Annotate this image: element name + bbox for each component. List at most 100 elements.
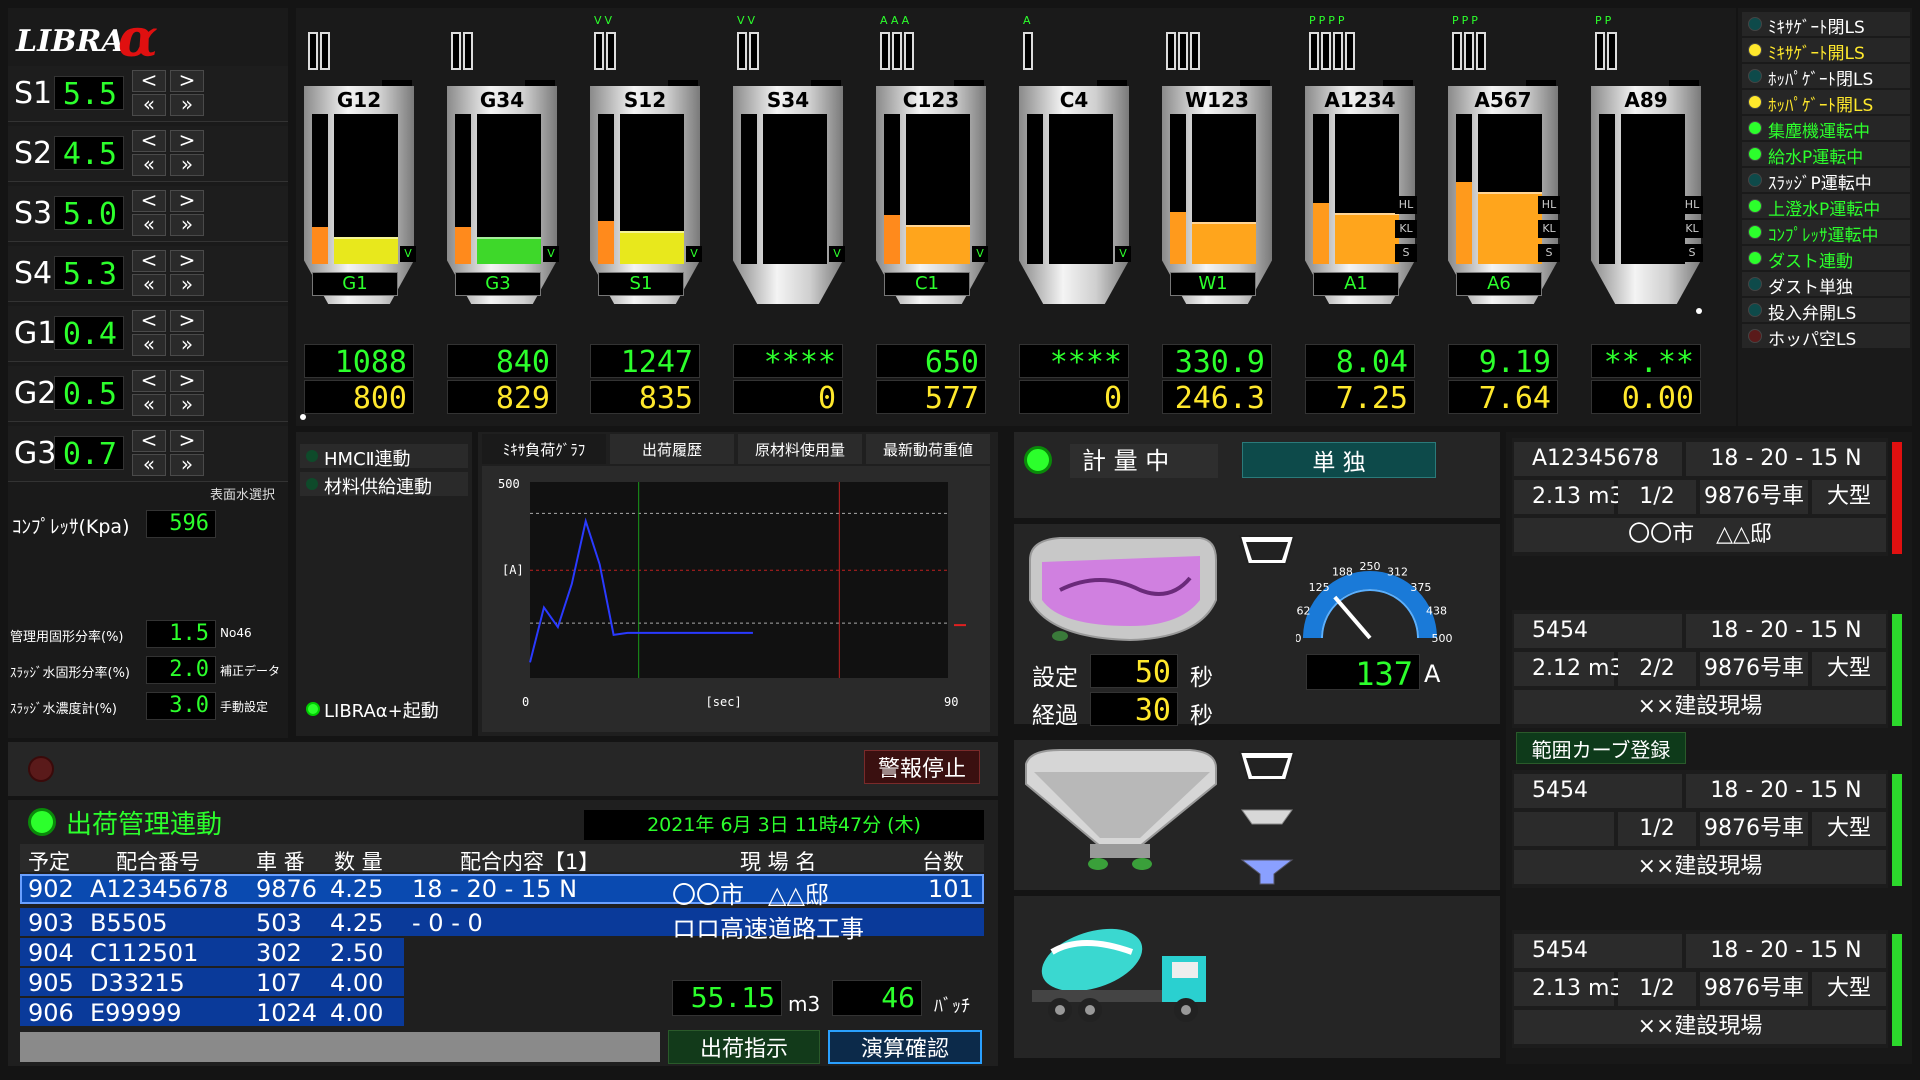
decrease-button[interactable]: < — [132, 310, 166, 332]
mode-button[interactable]: 単 独 — [1242, 442, 1436, 478]
hopper-bin — [1621, 114, 1685, 264]
card-status-bar — [1892, 774, 1902, 886]
ls-status-row: ｺﾝﾌﾟﾚｯｻ運転中 — [1742, 220, 1910, 246]
tab-4[interactable]: 最新動荷重値 — [866, 434, 990, 464]
hmc-link[interactable]: HMCⅡ連動 — [300, 444, 468, 470]
range-curve-button[interactable]: 範囲カーブ登録 — [1516, 732, 1686, 764]
hopper-lamp — [1166, 32, 1176, 70]
hopper-lamp — [606, 32, 616, 70]
hopper-lamp — [1595, 32, 1605, 70]
hopper-name: G34 — [479, 88, 525, 112]
hopper-name: G12 — [336, 88, 382, 112]
hopper-lamp — [1452, 32, 1462, 70]
libra-link[interactable]: LIBRAα+起動 — [300, 696, 468, 722]
calc-confirm-button[interactable]: 演算確認 — [828, 1030, 982, 1064]
fast-decrease-button[interactable]: « — [132, 454, 166, 476]
table-cell-plan: 904 — [28, 939, 74, 967]
card-fraction: 1/2 — [1618, 812, 1696, 846]
fast-increase-button[interactable]: » — [170, 394, 204, 416]
valve-tag: V — [829, 246, 845, 262]
ls-status-indicator — [1748, 303, 1762, 317]
mixer-truck-icon — [1032, 928, 1206, 1022]
volume-unit: m3 — [788, 992, 821, 1016]
water-row-value: 0.5 — [54, 376, 124, 412]
tab-1[interactable]: ﾐｷｻ負荷ｸﾞﾗﾌ — [482, 434, 606, 464]
x-max-label: 90 — [944, 695, 958, 709]
hopper-lamp — [1023, 32, 1033, 70]
ls-status-label: ﾐｷｻｹﾞｰﾄ閉LS — [1768, 18, 1865, 38]
fast-decrease-button[interactable]: « — [132, 94, 166, 116]
water-row-label: S2 — [14, 136, 53, 171]
fast-increase-button[interactable]: » — [170, 334, 204, 356]
fast-increase-button[interactable]: » — [170, 154, 204, 176]
alarm-bar — [8, 742, 998, 796]
hopper-name: S34 — [766, 88, 810, 112]
ls-status-label: 上澄水P運転中 — [1768, 200, 1881, 220]
tab-2[interactable]: 出荷履歴 — [610, 434, 734, 464]
decrease-button[interactable]: < — [132, 130, 166, 152]
alarm-lamp — [28, 756, 54, 782]
fast-decrease-button[interactable]: « — [132, 214, 166, 236]
mgmt-label: 管理用固形分率(%) — [10, 630, 124, 645]
table-cell-site: 〇〇市 △△邸 — [672, 881, 829, 909]
hopper-lamp-letters: VV — [594, 14, 616, 27]
decrease-button[interactable]: < — [132, 70, 166, 92]
fast-increase-button[interactable]: » — [170, 214, 204, 236]
decrease-button[interactable]: < — [132, 190, 166, 212]
alarm-stop-button[interactable]: 警報停止 — [864, 750, 980, 784]
fast-decrease-button[interactable]: « — [132, 394, 166, 416]
decrease-button[interactable]: < — [132, 430, 166, 452]
hopper-name: A567 — [1474, 88, 1532, 112]
hopper-weight-target: 7.25 — [1305, 380, 1415, 416]
fast-decrease-button[interactable]: « — [132, 334, 166, 356]
table-cell-mix: C112501 — [90, 939, 199, 967]
card-car: 9876号車 — [1700, 652, 1808, 686]
card-qty: 2.12 m3 — [1514, 652, 1623, 686]
increase-button[interactable]: > — [170, 370, 204, 392]
mixer-gate-icon — [1238, 535, 1296, 565]
hopper-lamp — [892, 32, 902, 70]
ls-status-label: ｽﾗｯｼﾞP運転中 — [1768, 174, 1872, 194]
gauge-needle — [1333, 595, 1372, 640]
table-cell-car: 302 — [256, 939, 302, 967]
fast-increase-button[interactable]: » — [170, 94, 204, 116]
water-row-label: S1 — [14, 76, 53, 111]
fast-increase-button[interactable]: » — [170, 454, 204, 476]
level-tag: S — [1681, 244, 1703, 262]
hopper-lamp — [1178, 32, 1188, 70]
increase-button[interactable]: > — [170, 70, 204, 92]
table-cell-mix: A12345678 — [90, 875, 229, 903]
hopper-weight-target: 0 — [733, 380, 843, 416]
fast-decrease-button[interactable]: « — [132, 274, 166, 296]
valve-tag: V — [686, 246, 702, 262]
ship-scrollbar[interactable] — [20, 1032, 660, 1062]
fast-increase-button[interactable]: » — [170, 274, 204, 296]
increase-button[interactable]: > — [170, 190, 204, 212]
increase-button[interactable]: > — [170, 250, 204, 272]
decrease-button[interactable]: < — [132, 250, 166, 272]
hopper-lamp — [308, 32, 318, 70]
ls-status-label: 投入弁開LS — [1768, 304, 1857, 324]
ship-instruction-button[interactable]: 出荷指示 — [668, 1030, 820, 1064]
fast-decrease-button[interactable]: « — [132, 154, 166, 176]
increase-button[interactable]: > — [170, 310, 204, 332]
level-tag: HL — [1395, 196, 1417, 214]
table-cell-car: 107 — [256, 969, 302, 997]
decrease-button[interactable]: < — [132, 370, 166, 392]
libra-label: LIBRAα+起動 — [324, 701, 439, 722]
water-row-label: G3 — [14, 436, 57, 471]
table-cell-qty: 4.00 — [330, 969, 384, 997]
ls-status-indicator — [1748, 329, 1762, 343]
table-cell-plan: 903 — [28, 909, 74, 937]
hopper-cap — [382, 80, 412, 86]
tab-3[interactable]: 原材料使用量 — [738, 434, 862, 464]
level-tag: KL — [1395, 220, 1417, 238]
increase-button[interactable]: > — [170, 430, 204, 452]
gauge-tick-label: 188 — [1332, 565, 1353, 578]
increase-button[interactable]: > — [170, 130, 204, 152]
gauge-tick-label: 438 — [1426, 604, 1447, 617]
supply-link[interactable]: 材料供給連動 — [300, 472, 468, 498]
hopper-weight-target: 246.3 — [1162, 380, 1272, 416]
valve-tag: V — [543, 246, 559, 262]
hopper-cap — [525, 80, 555, 86]
